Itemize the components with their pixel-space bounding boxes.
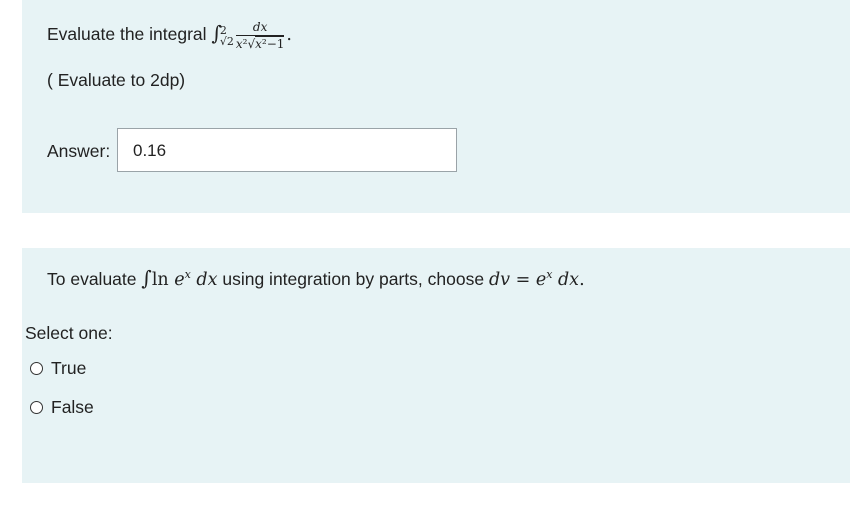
question-1-note: ( Evaluate to 2dp): [47, 70, 186, 90]
upper-limit: 2: [219, 23, 227, 37]
option-false-label: False: [51, 397, 94, 417]
integrand-fraction: dx x²√x²−1: [235, 20, 285, 51]
option-true[interactable]: True: [30, 358, 86, 379]
option-true-label: True: [51, 358, 87, 378]
radio-false[interactable]: [30, 401, 43, 414]
question-card-2: To evaluate ∫ln ex dx using integration …: [22, 248, 850, 483]
lower-limit: √2: [219, 34, 234, 48]
integral-limits: 2 √2: [220, 25, 234, 47]
integral-ln-expression: ∫ln ex dx: [141, 266, 218, 290]
dv-expression: dv = ex dx.: [488, 268, 585, 290]
integrand-denominator: x²√x²−1: [235, 36, 285, 51]
answer-label: Answer:: [47, 141, 111, 161]
question-2-prefix: To evaluate: [47, 269, 137, 289]
question-2-text: To evaluate ∫ln ex dx using integration …: [47, 266, 585, 290]
integrand-numerator: dx: [235, 20, 285, 36]
radio-true[interactable]: [30, 362, 43, 375]
option-false[interactable]: False: [30, 397, 94, 418]
question-1-text: Evaluate the integral ∫ 2 √2 dx x²√x²−1.: [47, 20, 292, 51]
answer-input[interactable]: 0.16: [117, 128, 457, 172]
integral-sign-2: ∫: [141, 266, 152, 290]
integral-expression: ∫ 2 √2 dx x²√x²−1.: [211, 20, 292, 51]
question-1-prefix: Evaluate the integral: [47, 24, 207, 44]
question-2-middle: using integration by parts, choose: [222, 269, 485, 289]
select-one-label: Select one:: [25, 323, 113, 343]
question-card-1: Evaluate the integral ∫ 2 √2 dx x²√x²−1. ( E…: [22, 0, 850, 213]
